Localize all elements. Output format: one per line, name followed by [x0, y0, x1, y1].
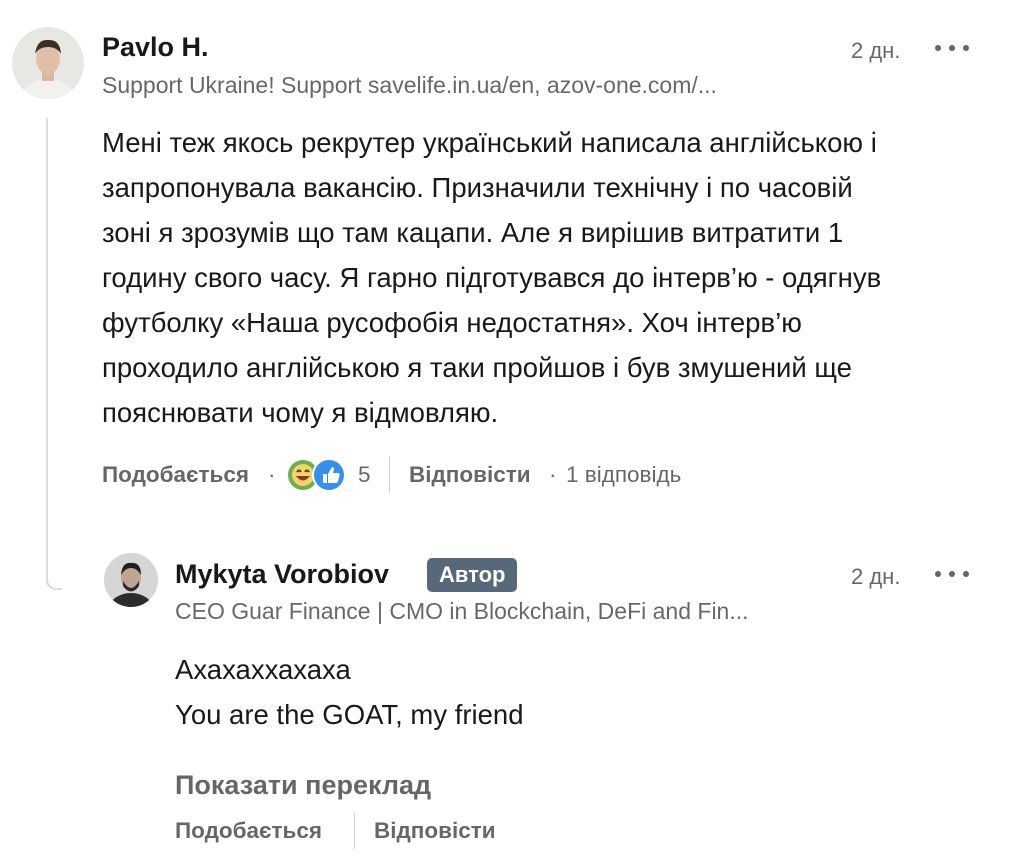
like-reaction-icon	[312, 458, 346, 492]
comment-timestamp: 2 дн.	[851, 38, 901, 63]
reactions-summary[interactable]	[286, 458, 350, 494]
reaction-count[interactable]: 5	[358, 462, 371, 488]
reply-author-name[interactable]: Mykyta Vorobiov	[175, 559, 389, 590]
reply-timestamp: 2 дн.	[851, 564, 901, 589]
author-badge: Автор	[427, 558, 518, 592]
reply-line: You are the GOAT, my friend	[175, 699, 524, 730]
avatar[interactable]	[104, 553, 158, 607]
show-translation-button[interactable]: Показати переклад	[175, 770, 431, 801]
comment-author-headline: Support Ukraine! Support savelife.in.ua/…	[102, 72, 717, 98]
replies-count-link[interactable]: 1 відповідь	[566, 462, 681, 488]
like-button[interactable]: Подобається	[175, 818, 322, 844]
comment-line: зоні я зрозумів що там кацапи. Але я вир…	[102, 217, 844, 248]
more-options-icon[interactable]	[935, 564, 969, 584]
like-button[interactable]: Подобається	[102, 462, 249, 488]
comment-line: пояснювати чому я відмовляю.	[102, 397, 499, 428]
comment-line: футболку «Наша русофобія недостатня». Хо…	[102, 307, 802, 338]
avatar[interactable]	[12, 27, 84, 99]
comment-author-name[interactable]: Pavlo H.	[102, 32, 209, 63]
reply-body: Ахахаххахаха You are the GOAT, my friend	[175, 647, 995, 737]
action-divider	[354, 813, 355, 849]
comment-line: Мені теж якось рекрутер український напи…	[102, 127, 877, 158]
separator-dot: ·	[549, 462, 557, 487]
comment-body: Мені теж якось рекрутер український напи…	[102, 120, 1002, 435]
separator-dot: ·	[268, 462, 276, 487]
reply-author-headline: CEO Guar Finance | CMO in Blockchain, De…	[175, 598, 749, 624]
comment-line: годину свого часу. Я гарно підготувався …	[102, 262, 882, 293]
reply-button[interactable]: Відповісти	[409, 462, 531, 488]
thread-connector-line	[46, 118, 62, 590]
reply-line: Ахахаххахаха	[175, 654, 351, 685]
more-options-icon[interactable]	[935, 38, 969, 58]
action-divider	[389, 457, 390, 493]
reply-button[interactable]: Відповісти	[374, 818, 496, 844]
comment-line: проходило англійською я таки пройшов і б…	[102, 352, 852, 383]
comment-line: запропонувала вакансію. Призначили техні…	[102, 172, 853, 203]
